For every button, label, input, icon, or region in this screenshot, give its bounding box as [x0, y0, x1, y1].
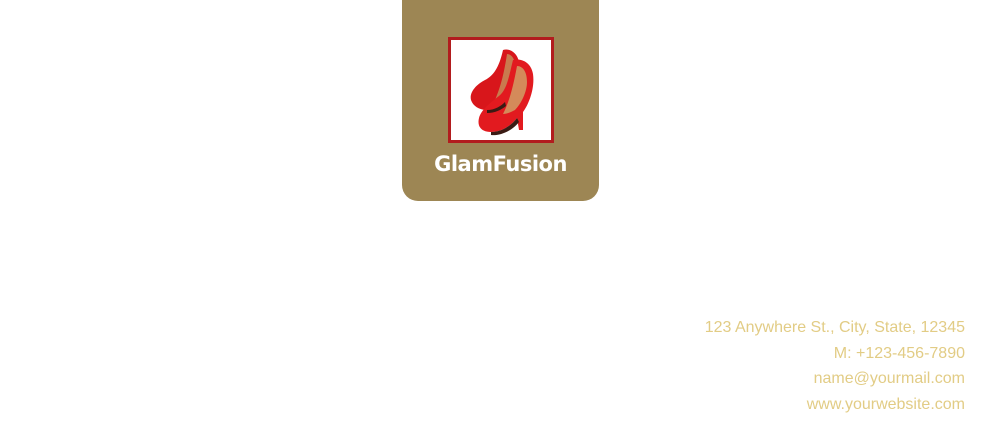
- contact-info: 123 Anywhere St., City, State, 12345 M: …: [705, 315, 965, 417]
- contact-address: 123 Anywhere St., City, State, 12345: [704, 319, 965, 336]
- shoe-icon: [470, 49, 534, 136]
- red-high-heels-image: [448, 37, 554, 143]
- contact-website: www.yourwebsite.com: [806, 395, 965, 413]
- brand-name: GlamFusion: [434, 152, 567, 176]
- logo-tab: GlamFusion: [402, 0, 599, 201]
- contact-phone: M: +123-456-7890: [833, 344, 965, 362]
- contact-email: name@yourmail.com: [813, 370, 965, 387]
